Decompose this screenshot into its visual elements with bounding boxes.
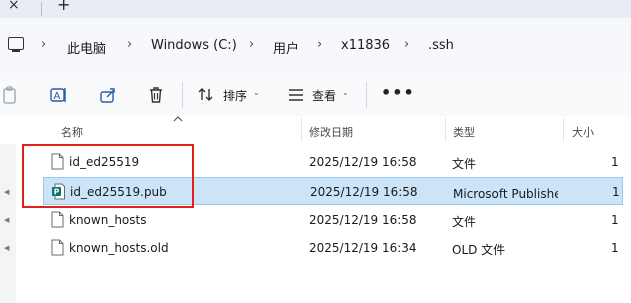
new-tab-button[interactable]: + <box>57 0 70 15</box>
more-options-button[interactable]: ••• <box>381 83 415 102</box>
blank-file-icon <box>51 239 64 256</box>
file-row[interactable]: known_hosts.old 2025/12/19 16:34 OLD 文件 … <box>43 234 623 262</box>
file-size: 1 <box>611 213 619 227</box>
file-date-modified: 2025/12/19 16:58 <box>309 213 417 227</box>
toolbar-divider <box>366 82 367 108</box>
breadcrumb-windows-c[interactable]: Windows (C:) <box>151 38 237 53</box>
scroll-arrow-icon[interactable]: ◀ <box>4 188 9 196</box>
file-date-modified: 2025/12/19 16:58 <box>310 185 418 199</box>
share-icon[interactable] <box>98 85 118 105</box>
toolbar-divider <box>182 82 183 108</box>
column-size[interactable]: 大小 <box>572 124 594 140</box>
file-size: 1 <box>611 155 619 169</box>
file-type: 文件 <box>452 157 477 171</box>
tab-divider <box>41 2 42 16</box>
file-size: 1 <box>611 241 619 255</box>
navigation-pane-scrollbar[interactable]: ◀ ◀ ◀ <box>0 116 16 303</box>
delete-icon[interactable] <box>146 85 166 105</box>
file-size: 1 <box>612 185 620 199</box>
file-name[interactable]: known_hosts <box>69 213 299 227</box>
column-name[interactable]: 名称 <box>61 124 83 140</box>
scroll-arrow-icon[interactable]: ◀ <box>4 216 9 224</box>
column-divider[interactable] <box>563 118 564 142</box>
monitor-icon[interactable] <box>8 37 24 52</box>
breadcrumb-ssh[interactable]: .ssh <box>428 38 454 53</box>
column-divider[interactable] <box>301 118 302 142</box>
file-date-modified: 2025/12/19 16:34 <box>309 241 417 255</box>
column-type[interactable]: 类型 <box>453 124 475 140</box>
column-divider[interactable] <box>445 118 446 142</box>
breadcrumb-user-folder[interactable]: x11836 <box>341 38 390 53</box>
chevron-right-icon[interactable]: › <box>41 37 46 52</box>
tab-strip: × + <box>0 0 631 18</box>
breadcrumb-this-pc[interactable]: 此电脑 <box>67 38 106 57</box>
chevron-right-icon[interactable]: › <box>249 37 254 52</box>
rename-icon[interactable]: A <box>49 85 69 105</box>
chevron-right-icon[interactable]: › <box>127 37 132 52</box>
highlight-annotation-box <box>22 144 194 208</box>
file-type: Microsoft Publisher 文档 <box>453 187 558 201</box>
file-name[interactable]: known_hosts.old <box>69 241 299 255</box>
view-icon[interactable] <box>286 85 306 105</box>
scroll-arrow-icon[interactable]: ◀ <box>4 244 9 252</box>
sort-ascending-icon[interactable] <box>173 115 183 123</box>
svg-text:A: A <box>54 91 61 102</box>
chevron-down-icon[interactable]: ⌄ <box>253 88 260 97</box>
column-header: 名称 修改日期 类型 大小 <box>0 116 631 144</box>
chevron-right-icon[interactable]: › <box>404 37 409 52</box>
paste-icon[interactable] <box>0 85 20 105</box>
file-type: OLD 文件 <box>452 243 506 257</box>
chevron-down-icon[interactable]: ⌄ <box>342 88 349 97</box>
blank-file-icon <box>51 211 64 228</box>
close-tab-button[interactable]: × <box>8 0 28 14</box>
column-date-modified[interactable]: 修改日期 <box>309 124 353 140</box>
chevron-right-icon[interactable]: › <box>317 37 322 52</box>
command-bar: A 排序 ⌄ 查看 ⌄ ••• <box>0 74 631 117</box>
sort-button-label[interactable]: 排序 <box>223 87 247 104</box>
breadcrumb-users[interactable]: 用户 <box>273 38 299 57</box>
file-row[interactable]: known_hosts 2025/12/19 16:58 文件 1 <box>43 206 623 234</box>
address-bar[interactable]: › 此电脑 › Windows (C:) › 用户 › x11836 › .ss… <box>0 18 631 74</box>
file-date-modified: 2025/12/19 16:58 <box>309 155 417 169</box>
file-type: 文件 <box>452 215 477 229</box>
sort-icon[interactable] <box>196 85 216 105</box>
view-button-label[interactable]: 查看 <box>312 87 336 104</box>
